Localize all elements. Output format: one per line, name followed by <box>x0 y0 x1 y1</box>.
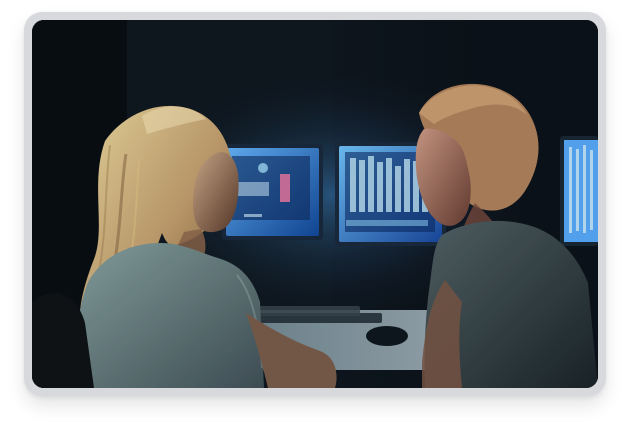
photo-frame <box>24 12 606 396</box>
page-canvas <box>0 0 630 433</box>
photo-image <box>32 20 598 388</box>
photo-illustration <box>32 20 598 388</box>
